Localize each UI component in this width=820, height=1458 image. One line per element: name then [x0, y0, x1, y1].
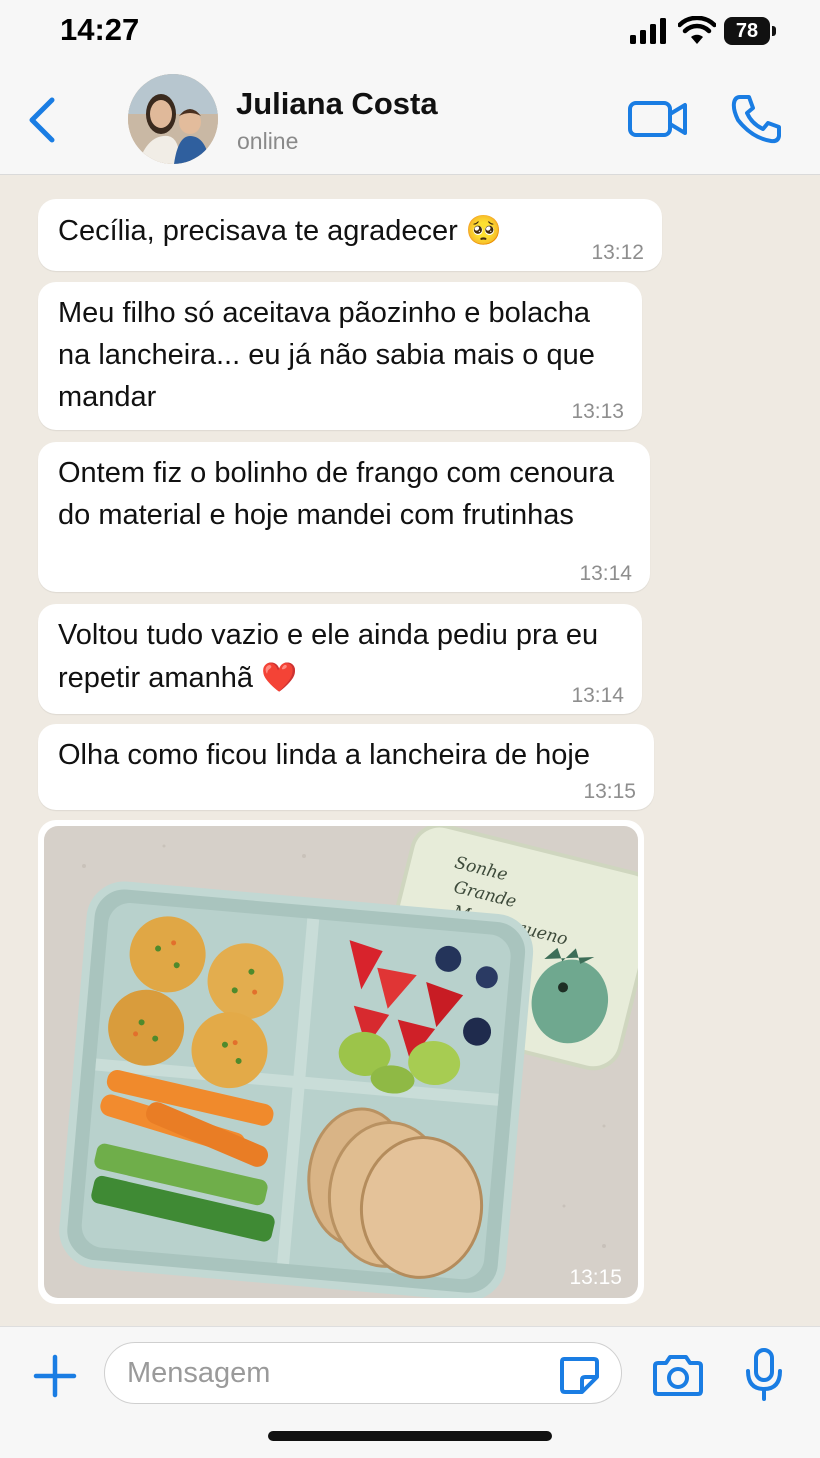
chat-area[interactable]: Cecília, precisava te agradecer 🥺 13:12 …: [0, 175, 820, 1325]
signal-icon: [630, 18, 666, 44]
message-text-content: Voltou tudo vazio e ele ainda pediu pra …: [58, 619, 599, 694]
message-text-content: Cecília, precisava te agradecer: [58, 215, 458, 247]
message-time: 13:15: [583, 780, 636, 803]
battery-icon: 78: [724, 17, 776, 47]
plus-icon[interactable]: [32, 1353, 78, 1399]
message-text: Voltou tudo vazio e ele ainda pediu pra …: [58, 614, 622, 699]
chevron-left-icon[interactable]: [22, 92, 62, 148]
wifi-icon: [678, 16, 716, 44]
message-placeholder: Mensagem: [127, 1357, 271, 1389]
message-bubble[interactable]: Olha como ficou linda a lancheira de hoj…: [38, 724, 654, 810]
status-time: 14:27: [60, 12, 140, 47]
message-text: Ontem fiz o bolinho de frango com cenour…: [58, 457, 615, 531]
message-time: 13:14: [571, 684, 624, 707]
photo-message[interactable]: Sonhe Grande Meu Pequeno: [38, 820, 644, 1304]
red-heart-emoji: ❤️: [261, 660, 298, 694]
lunchbox-photo[interactable]: Sonhe Grande Meu Pequeno: [44, 826, 638, 1298]
video-call-icon[interactable]: [627, 98, 689, 140]
message-bubble[interactable]: Meu filho só aceitava pãozinho e bolacha…: [38, 282, 642, 430]
message-time: 13:13: [571, 400, 624, 423]
phone-icon[interactable]: [730, 92, 784, 146]
microphone-icon[interactable]: [744, 1347, 784, 1403]
message-text: Cecília, precisava te agradecer 🥺: [58, 209, 642, 252]
photo-time: 13:15: [569, 1266, 622, 1289]
pleading-face-emoji: 🥺: [465, 213, 502, 247]
chat-header: Juliana Costa online: [0, 62, 820, 175]
contact-name[interactable]: Juliana Costa: [236, 86, 438, 122]
message-input-bar: Mensagem: [0, 1326, 820, 1458]
battery-level: 78: [724, 17, 770, 45]
avatar[interactable]: [128, 74, 218, 164]
message-input[interactable]: Mensagem: [104, 1342, 622, 1404]
sticker-icon[interactable]: [558, 1355, 600, 1395]
message-bubble[interactable]: Voltou tudo vazio e ele ainda pediu pra …: [38, 604, 642, 714]
status-bar: 14:27 78: [0, 0, 820, 62]
home-indicator[interactable]: [268, 1431, 552, 1441]
camera-icon[interactable]: [652, 1353, 704, 1397]
message-text: Olha como ficou linda a lancheira de hoj…: [58, 739, 590, 771]
message-bubble[interactable]: Cecília, precisava te agradecer 🥺 13:12: [38, 199, 662, 271]
message-bubble[interactable]: Ontem fiz o bolinho de frango com cenour…: [38, 442, 650, 592]
contact-status: online: [237, 128, 299, 154]
message-time: 13:12: [591, 241, 644, 264]
message-text: Meu filho só aceitava pãozinho e bolacha…: [58, 297, 595, 413]
message-time: 13:14: [579, 562, 632, 585]
